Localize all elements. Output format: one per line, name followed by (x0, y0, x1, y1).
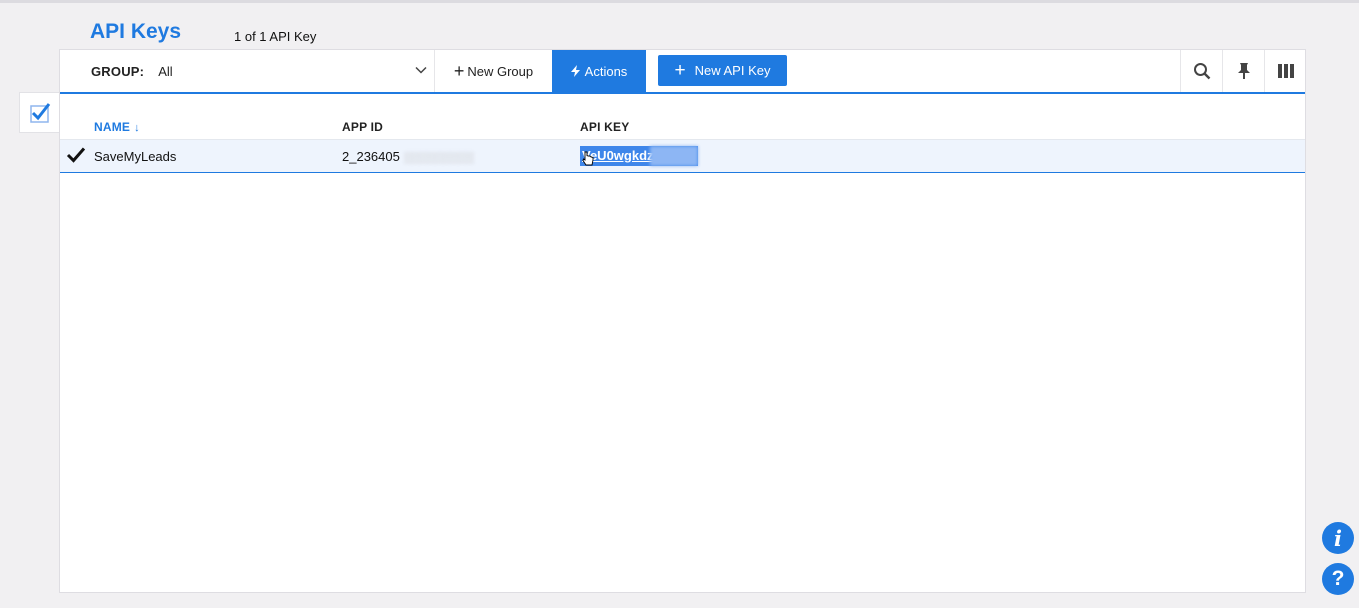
plus-icon: + (674, 60, 686, 81)
row-app-id: 2_236405 ▒▒▒▒▒▒▒▒▒ (342, 149, 474, 164)
group-select[interactable]: GROUP: All (60, 50, 434, 92)
columns-button[interactable] (1264, 50, 1306, 92)
api-key-count: 1 of 1 API Key (234, 29, 317, 44)
info-icon: i (1334, 525, 1342, 551)
select-all-toggle[interactable] (19, 92, 59, 133)
plus-icon: + (453, 61, 465, 81)
table-row[interactable]: SaveMyLeads 2_236405 ▒▒▒▒▒▒▒▒▒ VeU0wgkdz (60, 139, 1305, 173)
actions-button[interactable]: Actions (552, 50, 646, 92)
column-name-label: NAME (94, 120, 131, 134)
actions-label: Actions (584, 63, 628, 79)
info-button[interactable]: i (1322, 522, 1354, 554)
hand-cursor-icon (582, 151, 594, 166)
api-keys-panel: GROUP: All + New Group Actions + New API… (59, 49, 1306, 593)
columns-icon (1277, 64, 1294, 78)
redacted-text: ▒▒▒▒▒▒▒▒▒ (403, 152, 474, 164)
search-button[interactable] (1180, 50, 1222, 92)
toolbar: GROUP: All + New Group Actions + New API… (60, 50, 1305, 94)
row-api-key-link[interactable]: VeU0wgkdz (580, 146, 698, 166)
group-label: GROUP: (91, 63, 145, 79)
sort-down-icon: ↓ (134, 122, 140, 134)
new-group-label: New Group (467, 63, 534, 79)
column-header-name[interactable]: NAME ↓ (94, 120, 140, 134)
row-name: SaveMyLeads (94, 149, 177, 164)
pin-icon (1237, 63, 1250, 79)
checkmark-icon (66, 147, 86, 163)
column-header-api-key[interactable]: API KEY (580, 120, 629, 134)
help-button[interactable]: ? (1322, 563, 1354, 595)
lightning-icon (570, 65, 580, 77)
top-divider (0, 0, 1359, 3)
checklist-icon (29, 102, 50, 123)
new-group-button[interactable]: + New Group (434, 50, 552, 92)
group-value: All (158, 63, 173, 79)
page-title: API Keys (90, 20, 182, 43)
column-header-app-id[interactable]: APP ID (342, 120, 383, 134)
new-api-key-label: New API Key (694, 63, 771, 78)
question-icon: ? (1331, 567, 1345, 590)
redacted-text (650, 146, 698, 166)
search-icon (1193, 63, 1210, 80)
new-api-key-button[interactable]: + New API Key (658, 55, 787, 86)
chevron-down-icon (415, 66, 427, 74)
pin-button[interactable] (1222, 50, 1264, 92)
row-app-id-value: 2_236405 (342, 149, 400, 164)
